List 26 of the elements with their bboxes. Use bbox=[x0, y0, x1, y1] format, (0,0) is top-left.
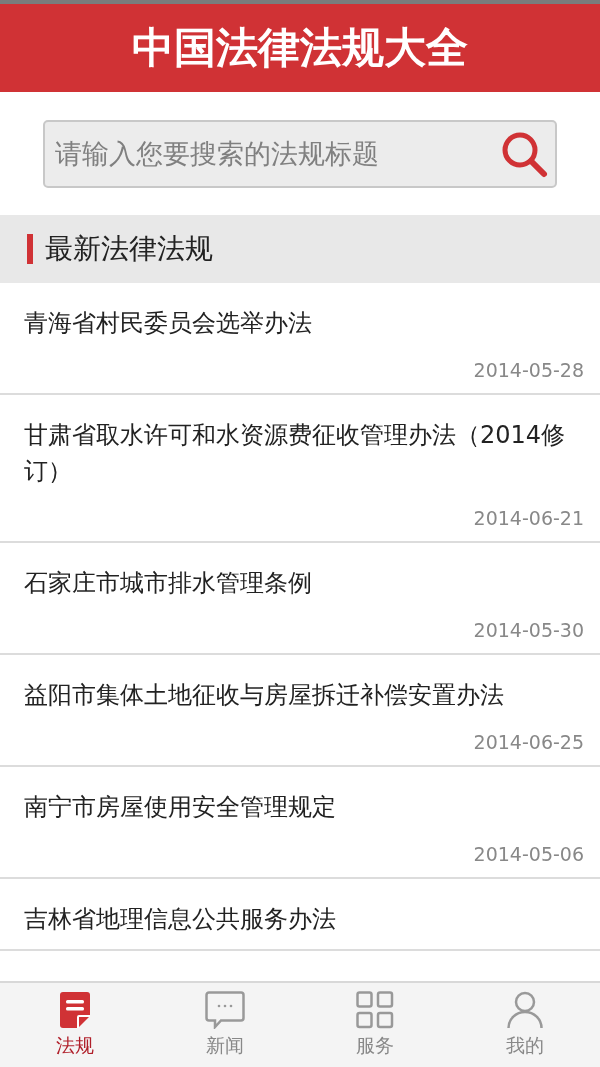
law-title: 甘肃省取水许可和水资源费征收管理办法（2014修订） bbox=[24, 420, 567, 487]
app-title: 中国法律法规大全 bbox=[132, 22, 468, 74]
law-list-item[interactable]: 甘肃省取水许可和水资源费征收管理办法（2014修订） 2014-06-21 bbox=[0, 395, 600, 543]
law-date: 2014-05-06 bbox=[473, 843, 584, 865]
law-date: 2014-05-28 bbox=[473, 359, 584, 381]
law-title: 南宁市房屋使用安全管理规定 bbox=[24, 792, 337, 823]
document-icon bbox=[59, 991, 91, 1029]
law-date: 2014-06-21 bbox=[473, 507, 584, 529]
law-list-item[interactable]: 益阳市集体土地征收与房屋拆迁补偿安置办法 2014-06-25 bbox=[0, 655, 600, 767]
nav-tab[interactable]: 法规 bbox=[0, 983, 150, 1067]
search-field[interactable]: 请输入您要搜索的法规标题 bbox=[43, 119, 557, 188]
section-marker bbox=[27, 234, 33, 264]
law-date: 2014-06-25 bbox=[473, 731, 584, 753]
law-title: 青海省村民委员会选举办法 bbox=[24, 308, 313, 339]
law-title: 益阳市集体土地征收与房屋拆迁补偿安置办法 bbox=[24, 680, 505, 711]
law-title: 吉林省地理信息公共服务办法 bbox=[24, 904, 337, 935]
person-icon bbox=[507, 991, 543, 1029]
law-list-item[interactable]: 青海省村民委员会选举办法 2014-05-28 bbox=[0, 283, 600, 395]
law-date: 2014-05-30 bbox=[473, 619, 584, 641]
section-title: 最新法律法规 bbox=[45, 231, 213, 267]
law-list-item[interactable]: 吉林省地理信息公共服务办法 bbox=[0, 879, 600, 951]
law-list-item[interactable]: 石家庄市城市排水管理条例 2014-05-30 bbox=[0, 543, 600, 655]
law-list-item[interactable]: 南宁市房屋使用安全管理规定 2014-05-06 bbox=[0, 767, 600, 879]
grid-icon bbox=[356, 991, 394, 1029]
chat-icon bbox=[205, 991, 245, 1029]
law-title: 石家庄市城市排水管理条例 bbox=[24, 568, 313, 599]
